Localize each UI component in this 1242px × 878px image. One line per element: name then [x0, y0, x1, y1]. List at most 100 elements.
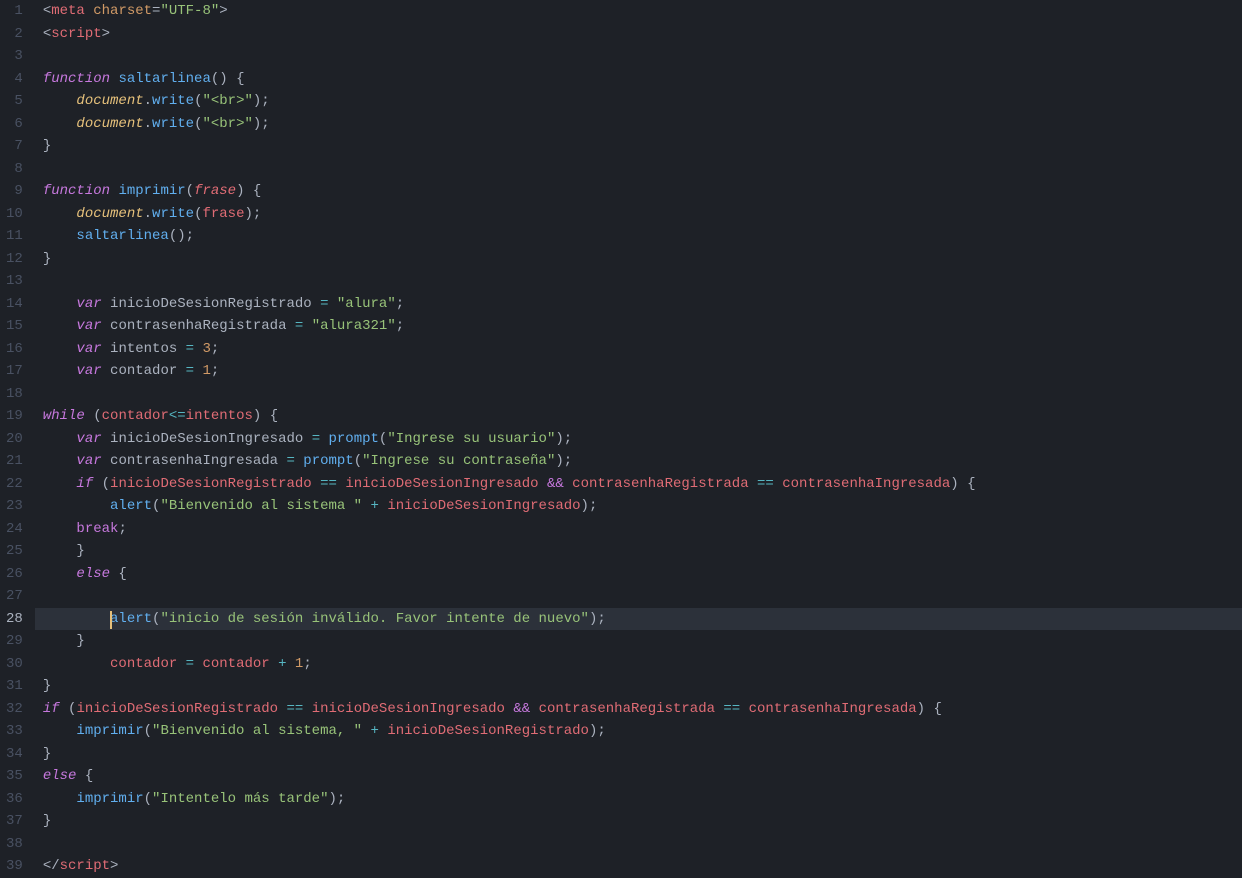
code-line[interactable]: if (inicioDeSesionRegistrado == inicioDe… [43, 698, 1242, 721]
code-line[interactable]: } [43, 743, 1242, 766]
code-token [362, 723, 370, 739]
line-number: 30 [6, 653, 23, 676]
code-editor[interactable]: 1234567891011121314151617181920212223242… [0, 0, 1242, 878]
code-token [362, 498, 370, 514]
code-token [43, 498, 110, 514]
code-line[interactable] [43, 833, 1242, 856]
code-token: ); [581, 498, 598, 514]
text-cursor [110, 611, 112, 629]
code-token: intentos [186, 408, 253, 424]
code-token: script [51, 26, 101, 42]
code-line[interactable]: else { [43, 563, 1242, 586]
line-number: 28 [6, 608, 23, 631]
line-number: 8 [6, 158, 23, 181]
code-token: + [371, 498, 379, 514]
code-token: = [320, 296, 328, 312]
code-line[interactable]: alert("Bienvenido al sistema " + inicioD… [43, 495, 1242, 518]
code-line[interactable]: if (inicioDeSesionRegistrado == inicioDe… [43, 473, 1242, 496]
code-line[interactable] [43, 585, 1242, 608]
code-line[interactable] [43, 45, 1242, 68]
code-token: ; [303, 656, 311, 672]
code-line[interactable]: document.write("<br>"); [43, 90, 1242, 113]
code-line[interactable]: } [43, 675, 1242, 698]
line-number: 12 [6, 248, 23, 271]
code-line[interactable]: function imprimir(frase) { [43, 180, 1242, 203]
code-line[interactable]: else { [43, 765, 1242, 788]
code-token: ( [186, 183, 194, 199]
code-token [43, 791, 77, 807]
line-number: 34 [6, 743, 23, 766]
code-token [564, 476, 572, 492]
line-number: 36 [6, 788, 23, 811]
line-number: 18 [6, 383, 23, 406]
code-token: write [152, 116, 194, 132]
code-token: inicioDeSesionRegistrado [387, 723, 589, 739]
code-line[interactable]: var contrasenhaRegistrada = "alura321"; [43, 315, 1242, 338]
code-line[interactable] [43, 270, 1242, 293]
code-line[interactable] [43, 383, 1242, 406]
code-line[interactable]: function saltarlinea() { [43, 68, 1242, 91]
code-token: function [43, 183, 110, 199]
code-token: contador [110, 363, 177, 379]
code-line[interactable]: } [43, 630, 1242, 653]
code-line[interactable]: contador = contador + 1; [43, 653, 1242, 676]
code-token: write [152, 206, 194, 222]
code-token: imprimir [76, 723, 143, 739]
code-line[interactable]: var inicioDeSesionIngresado = prompt("In… [43, 428, 1242, 451]
code-token: break [76, 521, 118, 537]
code-line[interactable]: var contador = 1; [43, 360, 1242, 383]
code-token [740, 701, 748, 717]
line-number: 4 [6, 68, 23, 91]
code-line[interactable]: imprimir("Bienvenido al sistema, " + ini… [43, 720, 1242, 743]
code-token: intentos [110, 341, 177, 357]
code-token: && [513, 701, 530, 717]
code-token: imprimir [118, 183, 185, 199]
code-line[interactable]: <script> [43, 23, 1242, 46]
code-line[interactable]: } [43, 135, 1242, 158]
code-line[interactable]: imprimir("Intentelo más tarde"); [43, 788, 1242, 811]
code-token: var [76, 341, 101, 357]
code-token: "inicio de sesión inválido. Favor intent… [160, 611, 588, 627]
code-token: "Bienvenido al sistema, " [152, 723, 362, 739]
line-number: 31 [6, 675, 23, 698]
code-area[interactable]: <meta charset="UTF-8"><script> function … [35, 0, 1242, 878]
code-line[interactable]: saltarlinea(); [43, 225, 1242, 248]
line-number: 32 [6, 698, 23, 721]
code-line[interactable]: document.write("<br>"); [43, 113, 1242, 136]
code-token [774, 476, 782, 492]
code-token: ) { [236, 183, 261, 199]
code-line[interactable]: } [43, 248, 1242, 271]
code-token [303, 318, 311, 334]
code-token: } [43, 678, 51, 694]
code-token [102, 363, 110, 379]
code-line[interactable]: var inicioDeSesionRegistrado = "alura"; [43, 293, 1242, 316]
code-token [43, 723, 77, 739]
code-line[interactable]: var intentos = 3; [43, 338, 1242, 361]
code-line[interactable]: var contrasenhaIngresada = prompt("Ingre… [43, 450, 1242, 473]
code-token [177, 341, 185, 357]
code-token [539, 476, 547, 492]
code-line[interactable]: <meta charset="UTF-8"> [43, 0, 1242, 23]
code-line[interactable]: </script> [43, 855, 1242, 878]
code-token: == [286, 701, 303, 717]
code-token: alert [110, 611, 152, 627]
code-token [43, 228, 77, 244]
code-token: frase [194, 183, 236, 199]
code-line[interactable]: while (contador<=intentos) { [43, 405, 1242, 428]
code-token [303, 701, 311, 717]
code-line[interactable]: } [43, 540, 1242, 563]
code-line[interactable]: alert("inicio de sesión inválido. Favor … [35, 608, 1242, 631]
code-token: = [186, 363, 194, 379]
code-token: ); [555, 431, 572, 447]
line-number: 16 [6, 338, 23, 361]
code-token: } [43, 813, 51, 829]
code-token: > [219, 3, 227, 19]
code-line[interactable]: break; [43, 518, 1242, 541]
code-line[interactable]: } [43, 810, 1242, 833]
code-line[interactable]: document.write(frase); [43, 203, 1242, 226]
code-token [43, 206, 77, 222]
code-token: ) { [253, 408, 278, 424]
code-token [43, 431, 77, 447]
code-line[interactable] [43, 158, 1242, 181]
code-token: "<br>" [202, 116, 252, 132]
